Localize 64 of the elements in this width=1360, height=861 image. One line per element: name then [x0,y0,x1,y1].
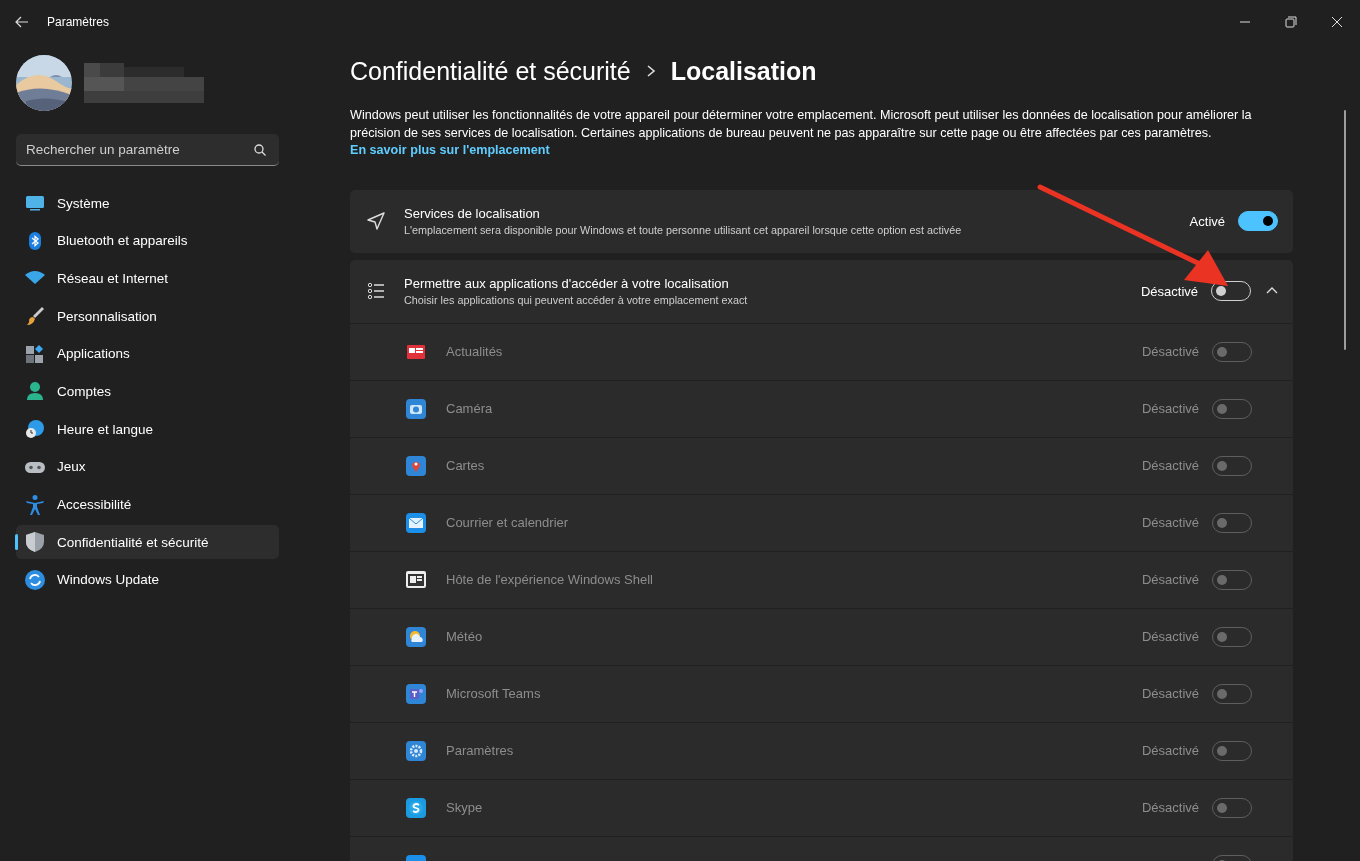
sidebar-item[interactable]: Bluetooth et appareils [16,223,279,258]
shield-icon [24,531,46,554]
restore-icon[interactable] [1283,14,1299,30]
sidebar-item[interactable]: Applications [16,336,279,371]
update-icon [24,568,46,591]
status-label: Désactivé [1141,401,1199,416]
gear-icon [406,740,426,761]
map-pin-icon [406,455,426,476]
breadcrumb-link[interactable]: Confidentialité et sécurité [350,56,631,86]
app-name: Météo [446,629,484,644]
list-icon [366,281,386,301]
app-name: Skype [446,800,484,815]
search-field[interactable]: Rechercher un paramètre [16,134,279,166]
skype-icon [406,797,426,818]
search-icon [253,143,267,157]
setting-description: Choisir les applications qui peuvent accéder à votre emplacement exact [404,294,749,306]
status-label: Désactivé [1141,686,1199,701]
camera-icon [406,398,426,419]
sidebar-item[interactable]: Jeux [16,449,279,484]
accessibility-icon [24,493,46,516]
status-label: Activé [1189,213,1225,229]
back-arrow-icon[interactable] [14,14,30,30]
toggle-switch[interactable] [1238,211,1278,231]
sidebar-item[interactable]: Confidentialité et sécurité [16,525,279,560]
sidebar-item[interactable]: Comptes [16,374,279,409]
envelope-icon [406,512,426,533]
window-icon [406,569,426,590]
description-text: Windows peut utiliser les fonctionnalités de votre appareil pour déterminer votre emplacement. Microsoft peut utiliser les données de localisation pour améliorer la précision de ses services de localisation. Certaines applications de bureau peuvent ne pas apparaître sur cette page ou être affectées par ces paramètres. En savoir plus sur l'emplacement [350,107,1253,159]
page-title: Localisation [670,56,817,86]
sidebar-item[interactable]: Heure et langue [16,412,279,447]
app-name: Actualités [446,344,504,359]
status-label: Désactivé [1141,458,1199,473]
app-name: Microsoft Teams [446,686,542,701]
status-label: Désactivé [1140,283,1198,299]
status-label: Désactivé [1141,572,1199,587]
teams-icon [406,683,426,704]
status-label: Désactivé [1141,800,1199,815]
app-name: Cartes [446,458,486,473]
app-name: Courrier et calendrier [446,515,570,530]
paintbrush-icon [24,305,46,328]
app-name: Caméra [446,401,494,416]
sidebar-item[interactable]: Personnalisation [16,299,279,334]
status-label: Désactivé [1141,344,1199,359]
sidebar-item[interactable]: Réseau et Internet [16,261,279,296]
setting-title: Services de localisation [404,206,541,221]
app-name: Paramètres [446,743,515,758]
status-label: Désactivé [1141,629,1199,644]
clock-globe-icon [24,418,46,441]
setting-description: L'emplacement sera disponible pour Windows et toute personne utilisant cet appareil lorsque cette option est activée [404,224,963,236]
scrollbar-thumb[interactable] [1344,110,1346,350]
weather-icon [406,626,426,647]
status-label: Désactivé [1141,515,1199,530]
apps-icon [24,342,46,365]
location-arrow-icon [366,211,386,231]
sidebar-item[interactable]: Accessibilité [16,487,279,522]
sidebar-item[interactable]: Windows Update [16,562,279,597]
app-name: Hôte de l'expérience Windows Shell [446,572,654,587]
status-label: Désactivé [1141,743,1199,758]
close-icon[interactable] [1329,14,1345,30]
sidebar-item[interactable]: Système [16,186,279,220]
setting-title: Permettre aux applications d'accéder à votre localisation [404,276,730,291]
learn-more-link[interactable]: En savoir plus sur l'emplacement [350,143,550,157]
window-title: Paramètres [47,15,110,29]
person-icon [24,380,46,403]
